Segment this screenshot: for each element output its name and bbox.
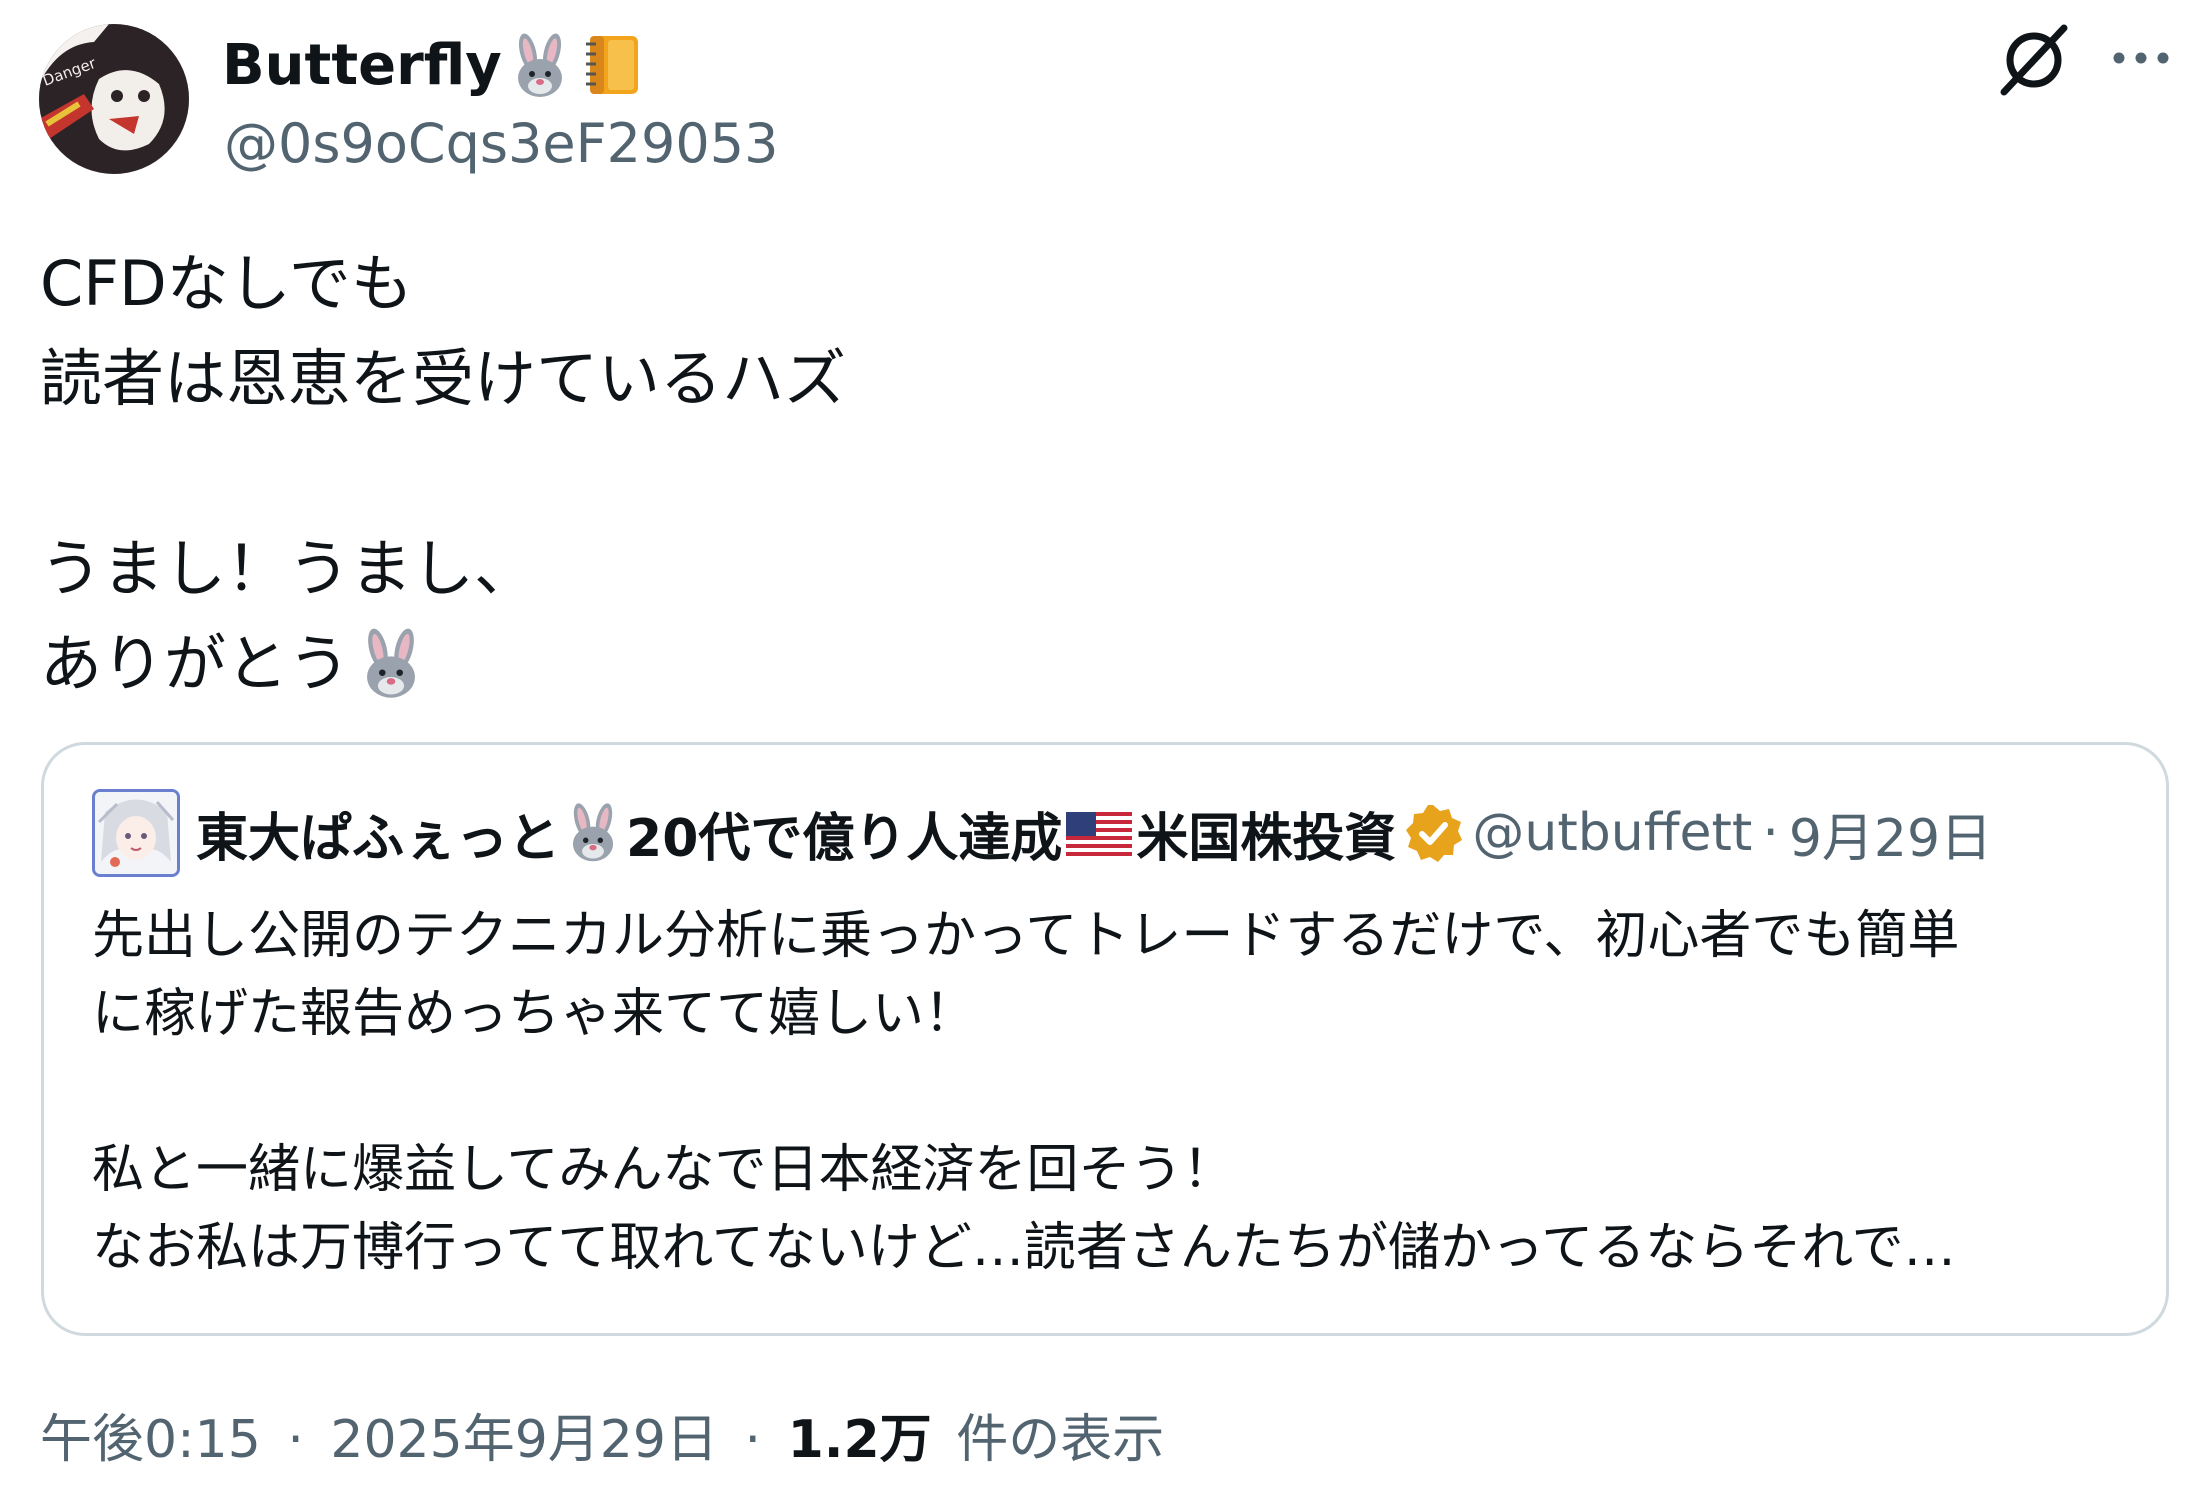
tweet-line: CFDなしでも xyxy=(40,247,413,320)
quoted-text-line: なお私は万博行ってて取れてないけど…読者さんたちが儲かってるならそれで… xyxy=(92,1218,1956,1278)
quoted-avatar-image xyxy=(95,792,177,874)
quoted-author-avatar[interactable] xyxy=(92,789,180,877)
author-display-name[interactable]: Butterfly xyxy=(222,26,646,106)
quoted-author-name-part2[interactable]: 20代で億り人達成 xyxy=(626,796,1062,871)
quoted-tweet-card[interactable]: 東大ぱふぇっと 20代で億り人達成 米国株投資 @utbuffett · 9月2… xyxy=(41,742,2169,1336)
quoted-text-line: に稼げた報告めっちゃ来てて嬉しい！ xyxy=(92,984,977,1044)
more-options-icon[interactable] xyxy=(2108,30,2174,86)
quoted-text-line: 私と一緒に爆益してみんなで日本経済を回そう！ xyxy=(92,1140,1235,1200)
quoted-author-name-part1[interactable]: 東大ぱふぇっと xyxy=(196,796,560,871)
quoted-tweet-date[interactable]: 9月29日 xyxy=(1789,796,1992,871)
meta-separator: · xyxy=(287,1410,304,1470)
tweet-text: CFDなしでも 読者は恩恵を受けているハズ うまし！うまし、 ありがとう xyxy=(40,236,846,711)
rabbit-emoji-icon xyxy=(354,627,428,701)
verified-badge-icon xyxy=(1402,802,1464,864)
views-label: 件の表示 xyxy=(956,1410,1165,1470)
tweet-line-with-emoji: ありがとう xyxy=(40,616,846,711)
views-count: 1.2万 xyxy=(787,1410,932,1470)
quoted-blank-line xyxy=(92,1053,1959,1131)
rabbit-emoji-icon xyxy=(506,32,574,100)
author-name-text: Butterfly xyxy=(222,33,502,98)
us-flag-icon xyxy=(1064,802,1134,864)
header-separator: · xyxy=(1762,803,1779,863)
notebook-emoji-icon xyxy=(578,32,646,100)
tweet-meta: 午後0:15 · 2025年9月29日 · 1.2万 件の表示 xyxy=(40,1400,1164,1480)
tweet-date[interactable]: 2025年9月29日 xyxy=(330,1410,718,1470)
grok-icon[interactable] xyxy=(1996,22,2072,98)
quoted-tweet-text: 先出し公開のテクニカル分析に乗っかってトレードするだけで、初心者でも簡単 に稼げ… xyxy=(92,897,1959,1287)
tweet-line: 読者は恩恵を受けているハズ xyxy=(40,342,847,415)
author-handle[interactable]: @0s9oCqs3eF29053 xyxy=(224,104,778,184)
tweet-line-text: ありがとう xyxy=(40,627,351,700)
author-avatar[interactable]: Danger xyxy=(39,24,189,174)
quoted-text-line: 先出し公開のテクニカル分析に乗っかってトレードするだけで、初心者でも簡単 xyxy=(92,906,1960,966)
avatar-image: Danger xyxy=(39,24,189,174)
quoted-author-handle[interactable]: @utbuffett xyxy=(1472,803,1752,863)
rabbit-emoji-icon xyxy=(562,802,624,864)
meta-separator: · xyxy=(744,1410,762,1470)
quoted-author-name-part3[interactable]: 米国株投資 xyxy=(1136,796,1396,871)
tweet-time[interactable]: 午後0:15 xyxy=(40,1410,261,1470)
quoted-tweet-header: 東大ぱふぇっと 20代で億り人達成 米国株投資 @utbuffett · 9月2… xyxy=(196,787,1992,879)
tweet-line: うまし！うまし、 xyxy=(40,532,537,605)
